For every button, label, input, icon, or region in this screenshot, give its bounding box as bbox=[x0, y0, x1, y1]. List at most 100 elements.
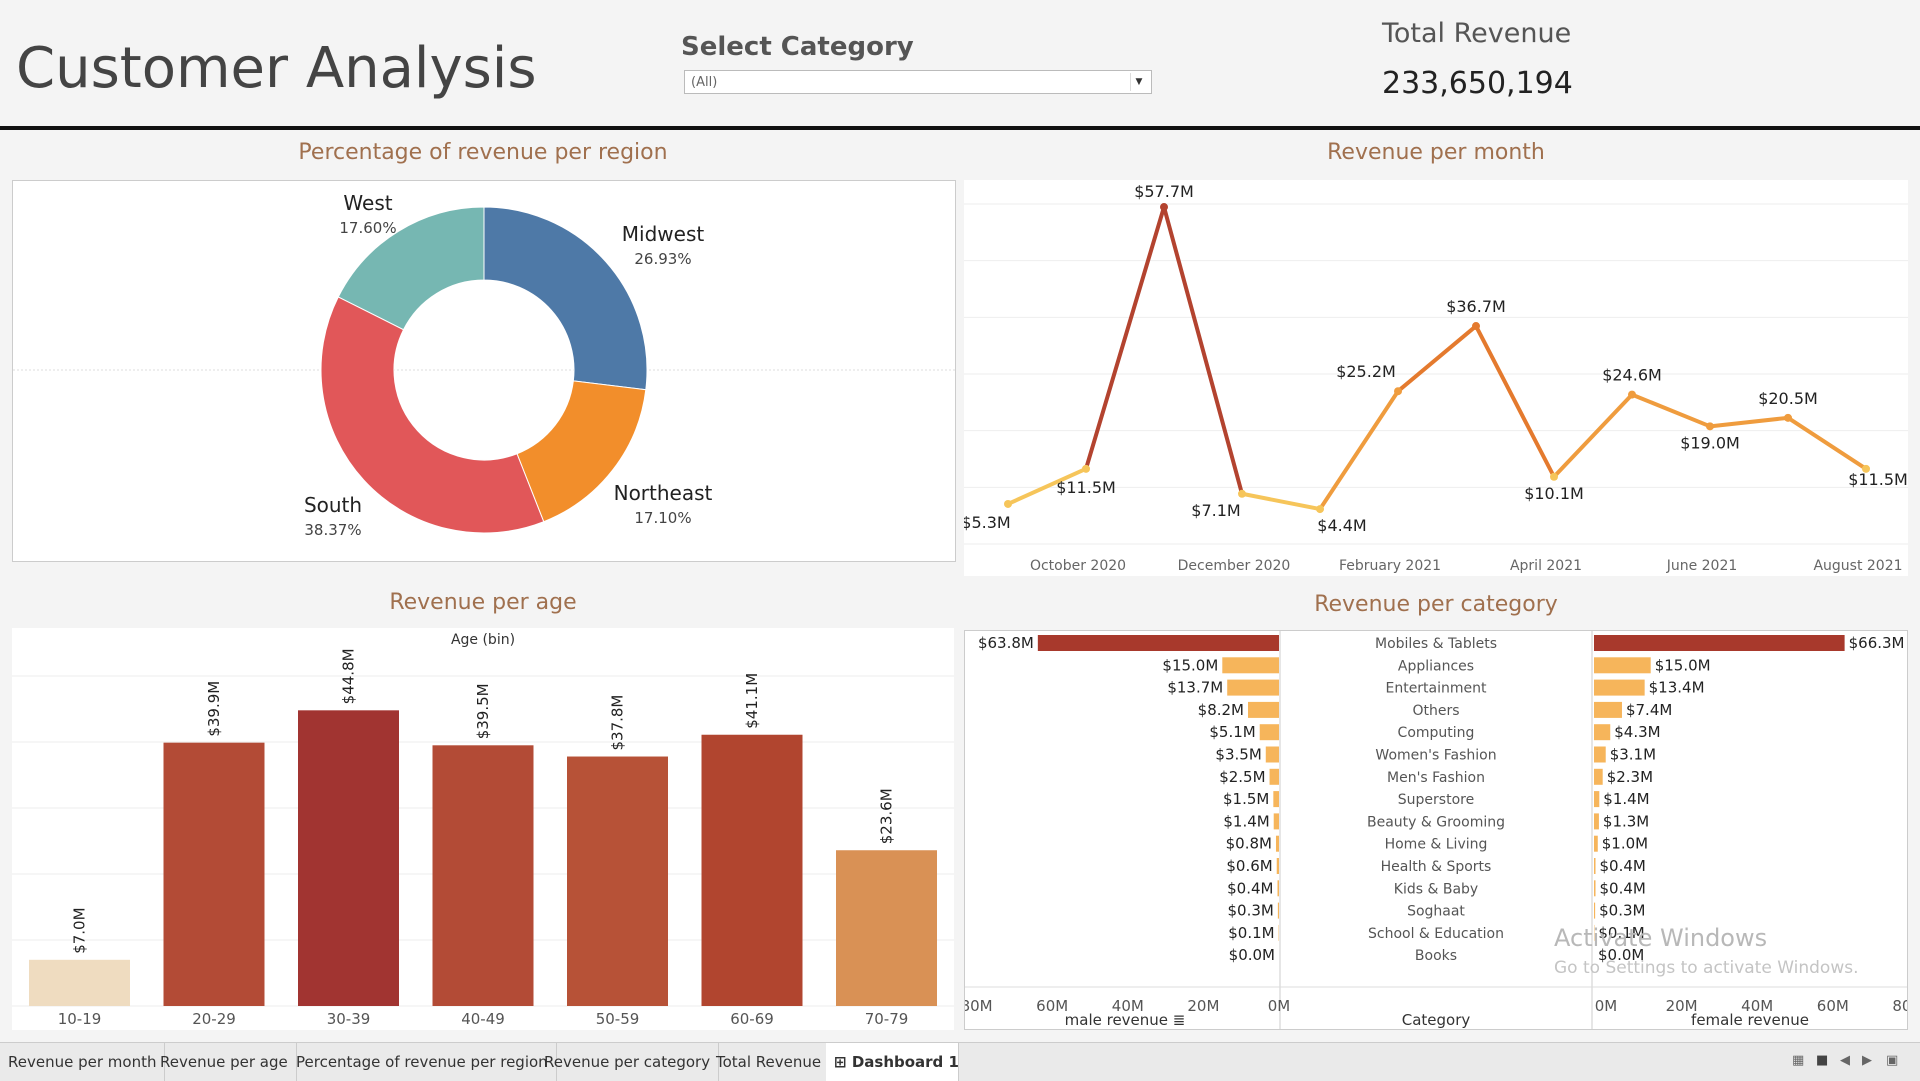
male-value-label: $0.4M bbox=[1227, 879, 1273, 897]
female-value-label: $7.4M bbox=[1626, 701, 1672, 719]
age-chart-panel: Age (bin)$7.0M10-19$39.9M20-29$44.8M30-3… bbox=[12, 628, 954, 1030]
category-label: School & Education bbox=[1368, 926, 1504, 942]
female-value-label: $2.3M bbox=[1607, 768, 1653, 786]
line-point bbox=[1160, 203, 1168, 211]
category-label: Appliances bbox=[1398, 658, 1474, 674]
female-axis-title: female revenue bbox=[1691, 1011, 1809, 1029]
female-bar bbox=[1594, 702, 1622, 718]
line-x-tick: April 2021 bbox=[1510, 558, 1582, 574]
line-segment bbox=[1476, 326, 1554, 477]
male-axis-tick: 0M bbox=[1268, 997, 1291, 1015]
tab-revenue-per-age[interactable]: Revenue per age bbox=[152, 1043, 297, 1081]
female-axis-tick: 80M bbox=[1892, 997, 1907, 1015]
female-bar bbox=[1594, 903, 1595, 919]
donut-label-northeast: Northeast bbox=[614, 481, 713, 505]
age-bar-30-39 bbox=[298, 710, 399, 1006]
male-value-label: $5.1M bbox=[1209, 723, 1255, 741]
female-value-label: $1.4M bbox=[1603, 790, 1649, 808]
line-data-label: $19.0M bbox=[1680, 433, 1740, 452]
revenue-age-bar-chart: Age (bin)$7.0M10-19$39.9M20-29$44.8M30-3… bbox=[12, 628, 954, 1030]
tab-percentage-revenue-region[interactable]: Percentage of revenue per region bbox=[288, 1043, 557, 1081]
male-bar bbox=[1222, 657, 1279, 673]
male-bar bbox=[1248, 702, 1279, 718]
line-point bbox=[1082, 465, 1090, 473]
month-chart-panel: $5.3M$11.5M$57.7M$7.1M$4.4M$25.2M$36.7M$… bbox=[964, 180, 1908, 576]
age-x-tick: 70-79 bbox=[865, 1010, 909, 1028]
age-x-tick: 20-29 bbox=[192, 1010, 236, 1028]
tab-revenue-per-category[interactable]: Revenue per category bbox=[536, 1043, 719, 1081]
category-label: Beauty & Grooming bbox=[1367, 814, 1505, 830]
male-bar bbox=[1260, 724, 1279, 740]
filter-selected-value: (All) bbox=[691, 75, 717, 90]
category-axis-title: Category bbox=[1402, 1011, 1471, 1029]
female-value-label: $1.3M bbox=[1603, 812, 1649, 830]
age-x-tick: 50-59 bbox=[596, 1010, 640, 1028]
age-bar-10-19 bbox=[29, 960, 130, 1006]
male-value-label: $2.5M bbox=[1219, 768, 1265, 786]
line-data-label: $4.4M bbox=[1317, 516, 1366, 535]
female-bar bbox=[1594, 747, 1606, 763]
age-axis-title: Age (bin) bbox=[451, 632, 515, 648]
female-axis-tick: 0M bbox=[1595, 997, 1618, 1015]
line-point bbox=[1550, 473, 1558, 481]
male-value-label: $1.5M bbox=[1223, 790, 1269, 808]
line-x-tick: October 2020 bbox=[1030, 558, 1126, 574]
region-donut-chart: Midwest26.93%Northeast17.10%South38.37%W… bbox=[13, 181, 955, 561]
category-label: Superstore bbox=[1398, 792, 1474, 808]
filter-label: Select Category bbox=[681, 32, 914, 62]
female-bar bbox=[1594, 769, 1603, 785]
tab-dashboard-1[interactable]: ⊞ Dashboard 1 bbox=[826, 1043, 959, 1081]
category-label: Home & Living bbox=[1385, 837, 1488, 853]
line-segment bbox=[1710, 418, 1788, 427]
female-value-label: $0.4M bbox=[1600, 857, 1646, 875]
category-filter-dropdown[interactable]: (All) ▼ bbox=[684, 70, 1152, 94]
tab-total-revenue[interactable]: Total Revenue bbox=[708, 1043, 830, 1081]
category-label: Computing bbox=[1398, 725, 1475, 741]
male-bar bbox=[1274, 813, 1279, 829]
line-segment bbox=[1398, 326, 1476, 391]
age-bar-20-29 bbox=[164, 743, 265, 1006]
male-axis-tick: 60M bbox=[1036, 997, 1068, 1015]
male-value-label: $1.4M bbox=[1223, 812, 1269, 830]
line-segment bbox=[1164, 207, 1242, 494]
female-value-label: $13.4M bbox=[1649, 679, 1705, 697]
donut-label-south: South bbox=[304, 493, 362, 517]
line-data-label: $36.7M bbox=[1446, 297, 1506, 316]
chevron-down-icon[interactable]: ▼ bbox=[1130, 73, 1147, 91]
prev-sheet-icon[interactable]: ◀ bbox=[1840, 1053, 1850, 1068]
dashboard-grid-icon: ⊞ bbox=[834, 1053, 847, 1071]
line-segment bbox=[1242, 494, 1320, 509]
category-label: Others bbox=[1412, 703, 1459, 719]
stop-icon[interactable]: ■ bbox=[1816, 1053, 1828, 1068]
category-label: Soghaat bbox=[1407, 904, 1465, 920]
presentation-icon[interactable]: ▣ bbox=[1886, 1053, 1898, 1068]
line-x-tick: February 2021 bbox=[1339, 558, 1441, 574]
line-x-tick: December 2020 bbox=[1178, 558, 1291, 574]
female-bar bbox=[1594, 858, 1596, 874]
age-bar-label: $39.9M bbox=[205, 681, 223, 737]
tab-revenue-per-month[interactable]: Revenue per month bbox=[0, 1043, 165, 1081]
grid-view-icon[interactable]: ▦ bbox=[1792, 1053, 1804, 1068]
activate-windows-hint: Go to Settings to activate Windows. bbox=[1554, 958, 1859, 978]
female-bar bbox=[1594, 791, 1599, 807]
donut-label-west: West bbox=[343, 191, 392, 215]
age-bar-label: $44.8M bbox=[340, 648, 358, 704]
male-value-label: $15.0M bbox=[1162, 656, 1218, 674]
female-value-label: $0.3M bbox=[1599, 902, 1645, 920]
kpi-label: Total Revenue bbox=[1382, 18, 1571, 49]
male-bar bbox=[1270, 769, 1279, 785]
line-segment bbox=[1632, 395, 1710, 427]
age-bar-label: $39.5M bbox=[474, 683, 492, 739]
region-chart-panel: Midwest26.93%Northeast17.10%South38.37%W… bbox=[12, 180, 956, 562]
age-bar-label: $7.0M bbox=[71, 907, 89, 953]
male-bar bbox=[1277, 858, 1279, 874]
next-sheet-icon[interactable]: ▶ bbox=[1862, 1053, 1872, 1068]
category-chart-title: Revenue per category bbox=[964, 592, 1908, 617]
male-value-label: $13.7M bbox=[1167, 679, 1223, 697]
male-axis-tick: 80M bbox=[965, 997, 993, 1015]
male-value-label: $63.8M bbox=[978, 634, 1034, 652]
male-bar bbox=[1278, 903, 1279, 919]
category-label: Books bbox=[1415, 948, 1457, 964]
male-axis-tick: 20M bbox=[1187, 997, 1219, 1015]
line-point bbox=[1394, 387, 1402, 395]
